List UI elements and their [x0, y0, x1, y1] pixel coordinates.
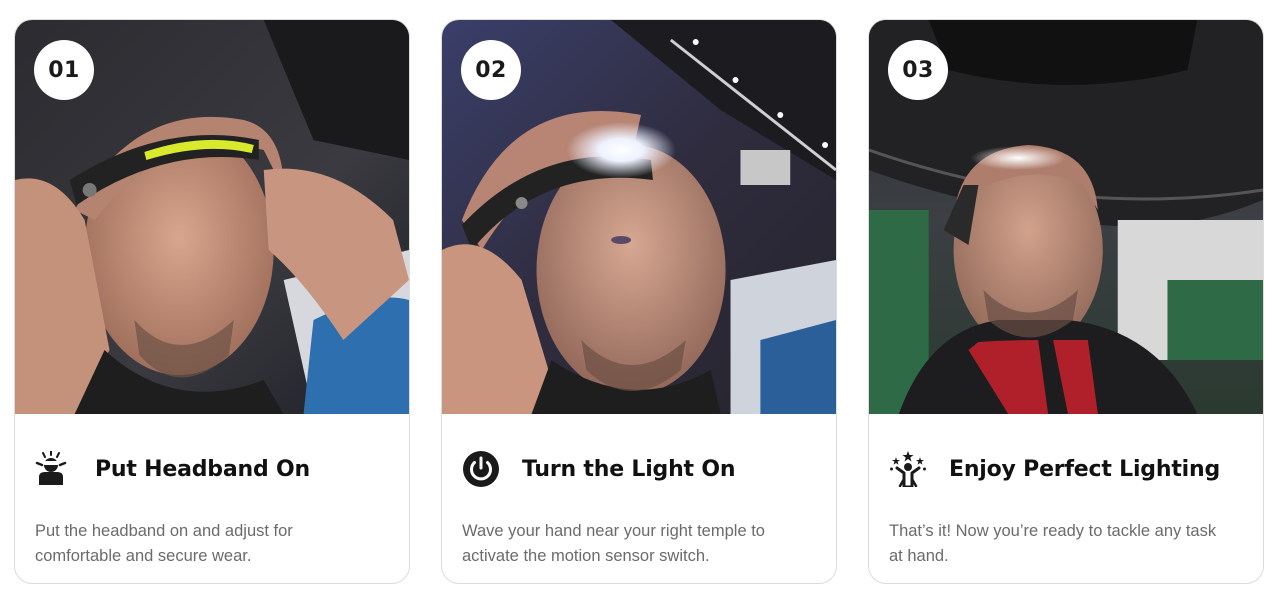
man-with-headlamp-on-photo: 02	[442, 20, 836, 414]
man-putting-on-headlamp-photo: 01	[15, 20, 409, 414]
title-row: Turn the Light On	[462, 450, 816, 488]
step-number-badge: 01	[34, 40, 94, 100]
card-body: Put Headband On Put the headband on and …	[15, 414, 409, 569]
card-body: Enjoy Perfect Lighting That’s it! Now yo…	[869, 414, 1263, 569]
title-row: Put Headband On	[35, 450, 389, 488]
sparkle-person-icon	[889, 450, 929, 488]
card-title: Put Headband On	[95, 456, 310, 482]
card-title: Enjoy Perfect Lighting	[949, 456, 1220, 482]
title-row: Enjoy Perfect Lighting	[889, 450, 1243, 488]
headband-person-icon	[35, 450, 75, 488]
step-number-badge: 03	[888, 40, 948, 100]
card-body: Turn the Light On Wave your hand near yo…	[442, 414, 836, 569]
step-card-3: 03 Enjoy Perfect Lighting That’s it! Now…	[868, 19, 1264, 584]
steps-row: 01 Put Headband On Put the headband on a…	[0, 0, 1282, 602]
step-card-2: 02 Turn the Light On Wave your hand near…	[441, 19, 837, 584]
card-description: Put the headband on and adjust for comfo…	[35, 522, 293, 565]
power-button-icon	[462, 450, 502, 488]
step-card-1: 01 Put Headband On Put the headband on a…	[14, 19, 410, 584]
card-description: Wave your hand near your right temple to…	[462, 522, 765, 565]
man-under-car-with-headlamp-photo: 03	[869, 20, 1263, 414]
card-title: Turn the Light On	[522, 456, 736, 482]
step-number-badge: 02	[461, 40, 521, 100]
card-description: That’s it! Now you’re ready to tackle an…	[889, 522, 1217, 565]
